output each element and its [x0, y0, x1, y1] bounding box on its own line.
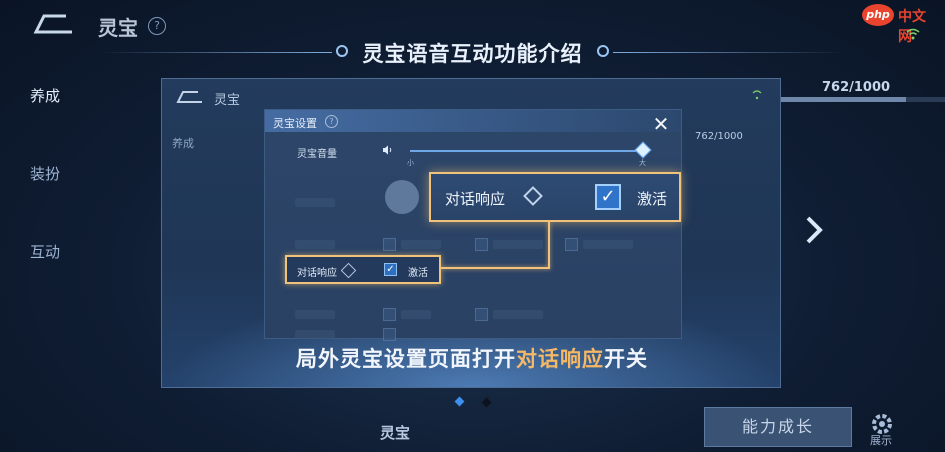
faded-row [493, 240, 543, 249]
back-icon[interactable] [28, 12, 74, 36]
faded-row [401, 240, 441, 249]
dialog-response-help-icon[interactable] [340, 262, 357, 279]
intro-caption: 局外灵宝设置页面打开对话响应开关 [162, 343, 780, 373]
bottom-name-label: 灵宝 [380, 424, 411, 442]
settings-help-icon[interactable]: ? [325, 115, 338, 128]
faded-checkbox [383, 308, 396, 321]
caption-part-3: 开关 [604, 347, 648, 371]
avatar [385, 180, 419, 214]
close-icon[interactable]: ✕ [650, 113, 672, 135]
caption-highlight: 对话响应 [516, 347, 604, 371]
dialog-response-checkbox[interactable]: ✓ [384, 263, 397, 276]
faded-checkbox [565, 238, 578, 251]
grow-button[interactable]: 能力成长 [704, 407, 852, 447]
faded-row [295, 330, 335, 339]
faded-row [401, 310, 431, 319]
callout-checkbox-icon: ✓ [595, 184, 621, 210]
inner-side-item: 养成 [172, 137, 194, 150]
speaker-icon [383, 145, 392, 155]
show-label: 展示 [870, 434, 892, 447]
faded-checkbox [475, 308, 488, 321]
signal-icon [752, 90, 762, 100]
intro-panel: 灵宝 养成 762/1000 灵宝设置 ? 灵宝音量 小 大 对话响应 ✓ 激活… [161, 78, 781, 388]
dialog-response-label: 对话响应 [297, 268, 337, 279]
inner-title: 灵宝 [214, 93, 241, 108]
faded-checkbox [475, 238, 488, 251]
sidebar-item-装扮[interactable]: 装扮 [30, 163, 60, 184]
sidebar-item-养成[interactable]: 养成 [30, 85, 60, 106]
settings-title: 灵宝设置 [273, 117, 317, 130]
dialog-response-callout: 对话响应 ✓ 激活 [429, 172, 681, 222]
settings-dialog: 灵宝设置 ? 灵宝音量 小 大 [264, 109, 682, 341]
chevron-right-icon[interactable] [802, 215, 826, 245]
faded-checkbox [383, 238, 396, 251]
callout-activate-label: 激活 [637, 190, 668, 208]
pagination-dot[interactable] [480, 396, 493, 409]
volume-min-label: 小 [407, 159, 414, 167]
volume-slider-handle[interactable] [634, 141, 652, 159]
inner-score: 762/1000 [695, 131, 743, 142]
sidebar-item-互动[interactable]: 互动 [30, 241, 60, 262]
title-deco-right [613, 52, 845, 53]
faded-row [295, 198, 335, 207]
dialog-response-activate-label: 激活 [408, 268, 428, 279]
volume-max-label: 大 [639, 159, 646, 167]
intro-title: 灵宝语音互动功能介绍 [362, 42, 583, 66]
watermark-badge: php [862, 4, 894, 26]
title-ring-right [597, 45, 609, 57]
dialog-response-row[interactable]: 对话响应 ✓ 激活 [285, 255, 441, 284]
callout-connector-v [548, 222, 550, 269]
volume-slider-track[interactable] [410, 150, 642, 152]
faded-checkbox [383, 328, 396, 341]
faded-row [583, 240, 633, 249]
faded-row [295, 240, 335, 249]
site-watermark: php 中文网 [862, 4, 938, 45]
progress-bar-fill [780, 97, 906, 102]
callout-help-icon [523, 186, 543, 206]
callout-connector-h [441, 267, 549, 269]
faded-row [295, 310, 335, 319]
inner-back-icon [176, 91, 202, 103]
caption-part-1: 局外灵宝设置页面打开 [296, 347, 516, 371]
pagination-dot-active[interactable] [454, 396, 465, 407]
progress-bar [780, 97, 945, 102]
page-title: 灵宝 [98, 16, 138, 40]
callout-label: 对话响应 [445, 190, 506, 208]
faded-row [493, 310, 543, 319]
progress-score: 762/1000 [822, 80, 891, 95]
volume-label: 灵宝音量 [297, 149, 337, 160]
help-icon[interactable]: ? [148, 17, 166, 35]
